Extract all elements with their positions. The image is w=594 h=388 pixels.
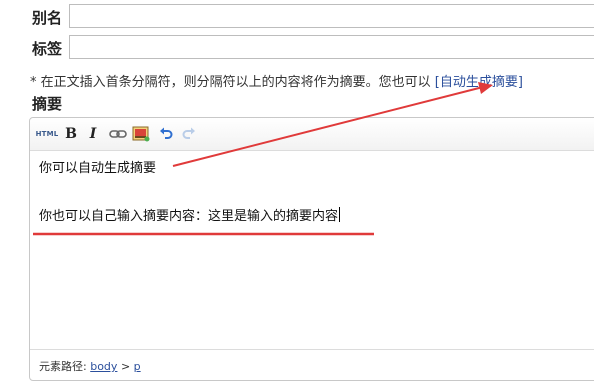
path-body-link[interactable]: body: [90, 360, 117, 373]
redo-button[interactable]: [181, 125, 197, 143]
element-path: 元素路径: body > p: [39, 358, 141, 374]
undo-button[interactable]: [158, 125, 174, 143]
alias-row: 别名: [0, 4, 594, 30]
alias-input[interactable]: [69, 4, 594, 28]
path-p-link[interactable]: p: [134, 360, 141, 373]
summary-hint: * 在正文插入首条分隔符，则分隔符以上的内容将作为摘要。您也可以 [自动生成摘要…: [30, 71, 523, 90]
italic-button[interactable]: I: [86, 125, 100, 143]
image-icon: [132, 126, 150, 142]
tags-input[interactable]: [69, 35, 594, 59]
element-path-label: 元素路径:: [39, 360, 87, 373]
html-source-button[interactable]: HTML: [36, 125, 59, 143]
element-path-bar: 元素路径: body > p: [30, 349, 594, 380]
insert-link-button[interactable]: [109, 125, 127, 143]
alias-label: 别名: [32, 9, 63, 27]
summary-label: 摘要: [32, 95, 63, 113]
undo-icon: [160, 127, 173, 139]
redo-icon: [182, 127, 195, 139]
auto-generate-summary-link[interactable]: [自动生成摘要]: [435, 75, 523, 90]
text-cursor: [339, 207, 341, 222]
link-icon: [109, 130, 127, 138]
summary-content-line-2-text: 你也可以自己输入摘要内容：这里是输入的摘要内容: [39, 209, 339, 224]
summary-hint-text: * 在正文插入首条分隔符，则分隔符以上的内容将作为摘要。您也可以: [30, 75, 431, 90]
summary-content-line-1: 你可以自动生成摘要: [39, 161, 157, 176]
path-separator: >: [120, 360, 131, 373]
post-editor-page: 别名 标签 * 在正文插入首条分隔符，则分隔符以上的内容将作为摘要。您也可以 […: [0, 0, 594, 388]
insert-image-button[interactable]: [131, 125, 151, 143]
summary-content-line-2: 你也可以自己输入摘要内容：这里是输入的摘要内容: [39, 207, 341, 226]
editor-toolbar: HTML B I: [30, 118, 594, 151]
summary-editor: HTML B I 你可以自动生成摘要 你也可以自己输入摘要内容：这里是输入的摘要…: [29, 117, 594, 381]
bold-button[interactable]: B: [64, 125, 78, 143]
tags-row: 标签: [0, 35, 594, 61]
tags-label: 标签: [32, 40, 63, 58]
